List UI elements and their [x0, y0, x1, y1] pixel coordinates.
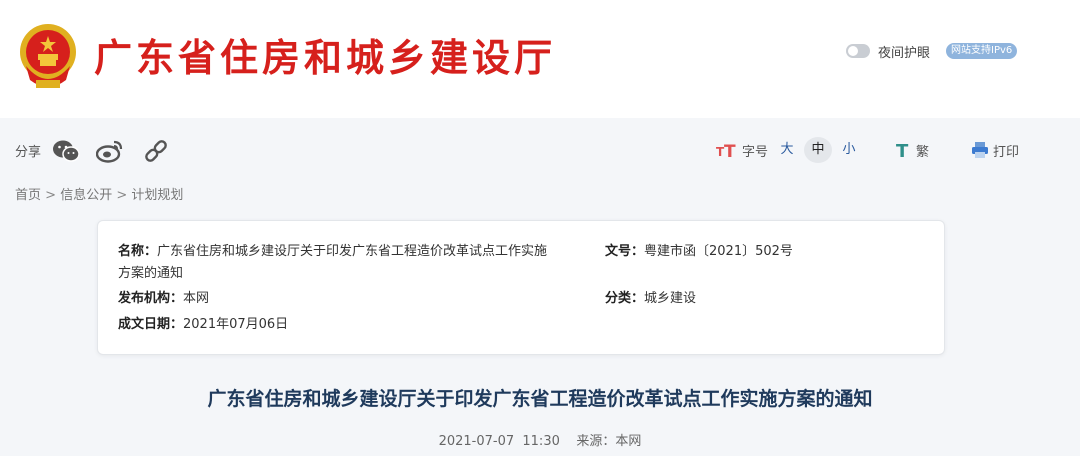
article-time: 11:30: [522, 434, 560, 449]
source-label: 来源：: [576, 434, 616, 449]
svg-text:T: T: [896, 141, 909, 159]
toggle-switch-icon[interactable]: [846, 44, 870, 58]
font-size-icon: T T: [716, 142, 736, 159]
doc-name-field: 名称：广东省住房和城乡建设厅关于印发广东省工程造价改革试点工作实施 方案的通知: [118, 241, 598, 285]
doc-name-value-line1: 广东省住房和城乡建设厅关于印发广东省工程造价改革试点工作实施: [157, 244, 548, 259]
category-label: 分类：: [605, 291, 645, 306]
category-field: 分类：城乡建设: [605, 288, 696, 310]
date-label: 成文日期：: [118, 317, 184, 332]
doc-name-label: 名称：: [118, 244, 158, 259]
doc-number-label: 文号：: [605, 244, 645, 259]
doc-name-value-line2: 方案的通知: [118, 266, 184, 281]
svg-text:T: T: [724, 142, 736, 159]
site-title[interactable]: 广东省住房和城乡建设厅: [94, 30, 556, 86]
national-emblem-icon: [20, 24, 76, 88]
print-button[interactable]: 打印: [971, 138, 1019, 162]
traditional-chinese-button[interactable]: T 繁: [896, 138, 929, 162]
breadcrumb-separator: >: [116, 188, 128, 203]
publisher-field: 发布机构：本网: [118, 288, 209, 310]
font-size-label: 字号: [742, 144, 769, 160]
print-label: 打印: [993, 144, 1020, 160]
article-date: 2021-07-07: [438, 434, 515, 449]
date-field: 成文日期：2021年07月06日: [118, 314, 288, 336]
publisher-label: 发布机构：: [118, 291, 184, 306]
breadcrumb-info-public[interactable]: 信息公开: [60, 188, 112, 203]
date-value: 2021年07月06日: [183, 317, 289, 332]
weibo-icon[interactable]: [96, 138, 124, 164]
font-size-medium-button[interactable]: 中: [804, 137, 832, 163]
traditional-text-icon: T: [896, 141, 909, 159]
share-label: 分享: [15, 145, 42, 160]
font-size-small-button[interactable]: 小: [835, 137, 863, 163]
doc-number-value: 粤建市函〔2021〕502号: [644, 244, 793, 259]
breadcrumb-home[interactable]: 首页: [15, 188, 41, 203]
font-size-control: T T 字号: [716, 138, 768, 162]
wechat-icon[interactable]: [52, 138, 80, 164]
traditional-label: 繁: [916, 144, 930, 160]
night-mode-toggle[interactable]: 夜间护眼: [846, 42, 931, 61]
doc-number-field: 文号：粤建市函〔2021〕502号: [605, 241, 793, 263]
ipv6-badge: 网站支持IPv6: [946, 43, 1018, 59]
printer-icon: [972, 142, 988, 158]
article-title: 广东省住房和城乡建设厅关于印发广东省工程造价改革试点工作实施方案的通知: [207, 388, 873, 410]
article-meta: 2021-07-07 11:30 来源：本网: [0, 430, 1080, 449]
breadcrumb-planning[interactable]: 计划规划: [131, 188, 183, 203]
source-value: 本网: [615, 434, 642, 449]
font-size-large-button[interactable]: 大: [773, 137, 801, 163]
publisher-value: 本网: [183, 291, 210, 306]
breadcrumb: 首页 > 信息公开 > 计划规划: [15, 184, 183, 203]
document-info-card: 名称：广东省住房和城乡建设厅关于印发广东省工程造价改革试点工作实施 方案的通知 …: [97, 220, 945, 355]
site-header: 广东省住房和城乡建设厅 夜间护眼 网站支持IPv6: [0, 0, 1080, 118]
breadcrumb-separator: >: [45, 188, 57, 203]
night-mode-label: 夜间护眼: [878, 45, 931, 61]
link-icon[interactable]: [142, 138, 170, 164]
category-value: 城乡建设: [644, 291, 697, 306]
